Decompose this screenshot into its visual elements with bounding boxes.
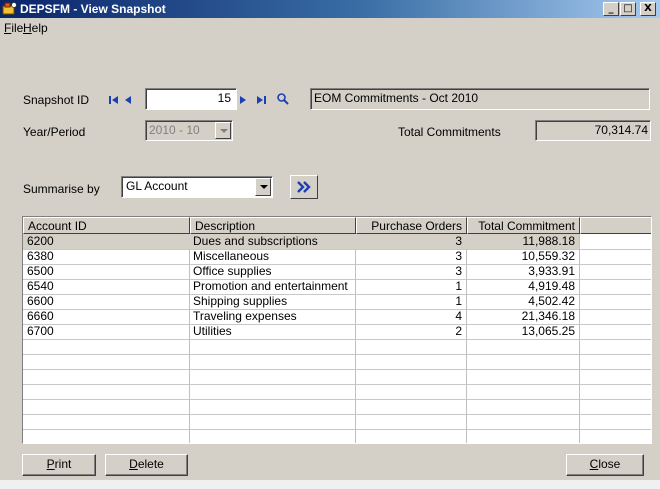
grid-rule [23, 429, 651, 430]
summarise-by-dropdown-button[interactable] [255, 178, 271, 196]
cell-total-commitment: 21,346.18 [521, 309, 575, 323]
grid-rule [23, 369, 651, 370]
cell-account-id: 6500 [27, 264, 54, 278]
cell-purchase-orders: 3 [455, 249, 462, 263]
cell-purchase-orders: 3 [455, 234, 462, 248]
view-snapshot-window: DEPSFM - View Snapshot _ □ X File Help S… [0, 0, 660, 480]
total-commitments-label: Total Commitments [398, 125, 501, 139]
summarise-by-combo[interactable]: GL Account [121, 176, 273, 198]
cell-account-id: 6380 [27, 249, 54, 263]
snapshot-id-value: 15 [217, 91, 231, 105]
table-row[interactable]: 6380 Miscellaneous 3 10,559.32 [23, 249, 651, 264]
grid-rule [23, 384, 651, 385]
year-period-combo: 2010 - 10 [145, 120, 233, 141]
column-header-blank [580, 217, 651, 234]
column-header-description[interactable]: Description [190, 217, 356, 234]
table-row[interactable]: 6200 Dues and subscriptions 3 11,988.18 [23, 234, 651, 249]
cell-account-id: 6200 [27, 234, 54, 248]
window-title: DEPSFM - View Snapshot [20, 2, 166, 16]
total-commitments-value: 70,314.74 [594, 123, 648, 137]
menu-file[interactable]: File [4, 21, 23, 35]
snapshot-description: EOM Commitments - Oct 2010 [314, 91, 479, 105]
first-record-icon[interactable] [108, 94, 120, 109]
cell-purchase-orders: 1 [455, 294, 462, 308]
cell-description: Traveling expenses [193, 309, 297, 323]
cell-account-id: 6540 [27, 279, 54, 293]
column-header-purchase-orders[interactable]: Purchase Orders [356, 217, 467, 234]
year-period-value: 2010 - 10 [149, 123, 200, 137]
menu-bar: File Help [0, 18, 660, 38]
table-row[interactable]: 6660 Traveling expenses 4 21,346.18 [23, 309, 651, 324]
cell-purchase-orders: 2 [455, 324, 462, 338]
maximize-button[interactable]: □ [620, 2, 636, 16]
cell-description: Miscellaneous [193, 249, 270, 263]
cell-account-id: 6660 [27, 309, 54, 323]
last-record-icon[interactable] [255, 94, 267, 109]
grid-rule [23, 414, 651, 415]
cell-account-id: 6600 [27, 294, 54, 308]
year-period-dropdown-button [215, 122, 231, 139]
previous-record-icon[interactable] [123, 94, 133, 109]
print-button[interactable]: Print [22, 454, 96, 476]
column-header-total-commitment[interactable]: Total Commitment [467, 217, 580, 234]
title-bar[interactable]: DEPSFM - View Snapshot _ □ X [0, 0, 660, 18]
snapshot-id-field[interactable]: 15 [145, 88, 237, 110]
apply-summary-button[interactable] [290, 175, 318, 199]
commitments-grid[interactable]: Account ID Description Purchase Orders T… [22, 216, 652, 444]
cell-total-commitment: 4,919.48 [528, 279, 575, 293]
column-header-account-id[interactable]: Account ID [23, 217, 190, 234]
cell-total-commitment: 4,502.42 [528, 294, 575, 308]
next-record-icon[interactable] [238, 94, 248, 109]
double-chevron-right-icon [297, 181, 311, 196]
cell-description: Promotion and entertainment [193, 279, 348, 293]
cell-description: Utilities [193, 324, 232, 338]
cell-purchase-orders: 4 [455, 309, 462, 323]
cell-description: Office supplies [193, 264, 272, 278]
lookup-icon[interactable] [276, 92, 290, 109]
grid-rule [23, 399, 651, 400]
table-row[interactable]: 6540 Promotion and entertainment 1 4,919… [23, 279, 651, 294]
app-icon [2, 1, 18, 16]
table-row[interactable]: 6600 Shipping supplies 1 4,502.42 [23, 294, 651, 309]
chevron-down-icon [260, 185, 268, 189]
minimize-button[interactable]: _ [603, 2, 619, 16]
cell-description: Shipping supplies [193, 294, 288, 308]
grid-rule [23, 339, 651, 340]
cell-total-commitment: 3,933.91 [528, 264, 575, 278]
snapshot-description-field: EOM Commitments - Oct 2010 [310, 88, 650, 110]
total-commitments-field: 70,314.74 [535, 120, 651, 141]
window-bottom-edge [0, 480, 660, 489]
cell-account-id: 6700 [27, 324, 54, 338]
summarise-by-label: Summarise by [23, 182, 100, 196]
delete-button[interactable]: Delete [105, 454, 188, 476]
table-row[interactable]: 6700 Utilities 2 13,065.25 [23, 324, 651, 339]
chevron-down-icon [220, 129, 228, 133]
cell-total-commitment: 11,988.18 [522, 234, 576, 248]
cell-total-commitment: 10,559.32 [521, 249, 575, 263]
close-window-button[interactable]: X [640, 2, 656, 16]
cell-description: Dues and subscriptions [193, 234, 318, 248]
cell-purchase-orders: 1 [455, 279, 462, 293]
year-period-label: Year/Period [23, 125, 86, 139]
close-button[interactable]: Close [566, 454, 644, 476]
grid-header: Account ID Description Purchase Orders T… [23, 217, 651, 234]
cell-purchase-orders: 3 [455, 264, 462, 278]
table-row[interactable]: 6500 Office supplies 3 3,933.91 [23, 264, 651, 279]
cell-total-commitment: 13,065.25 [521, 324, 575, 338]
grid-rule [23, 354, 651, 355]
summarise-by-value: GL Account [126, 179, 188, 193]
snapshot-id-label: Snapshot ID [23, 93, 90, 107]
menu-help[interactable]: Help [23, 21, 48, 35]
